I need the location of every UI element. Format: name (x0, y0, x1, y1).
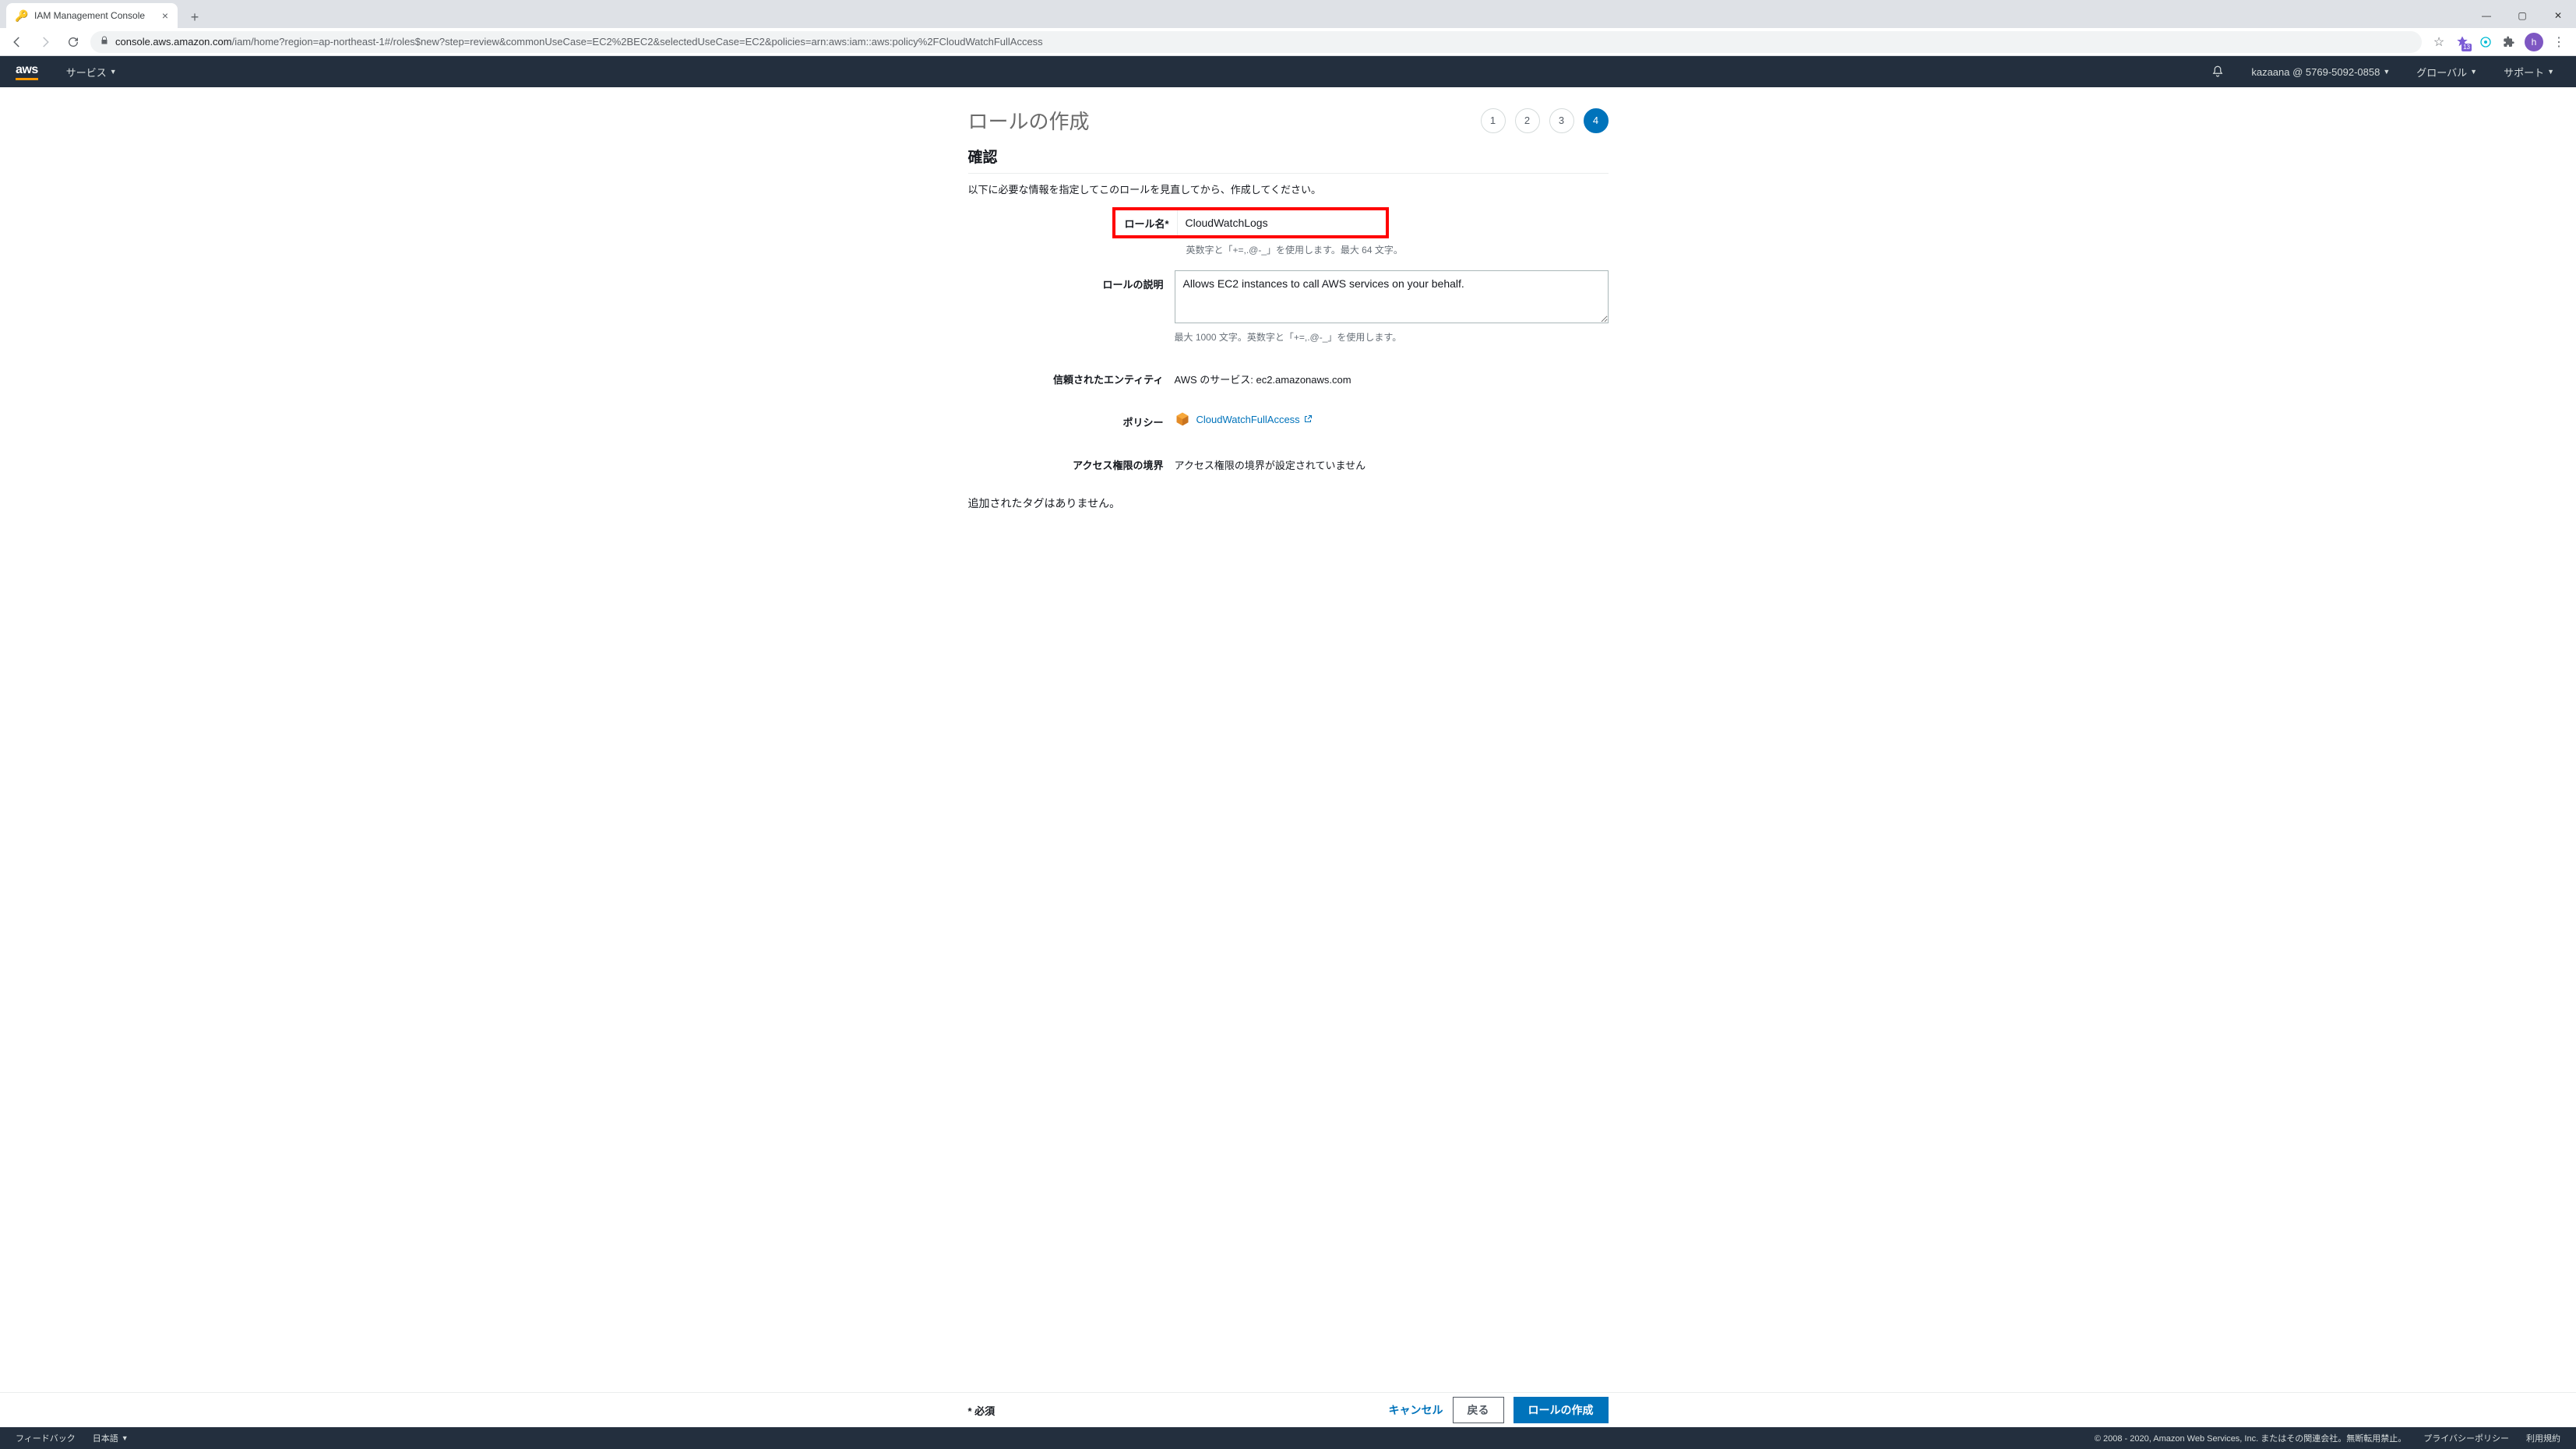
caret-down-icon: ▼ (122, 1434, 129, 1442)
trusted-entities-label: 信頼されたエンティティ (968, 365, 1175, 386)
no-tags-message: 追加されたタグはありません。 (968, 495, 1609, 511)
role-desc-hint: 最大 1000 文字。英数字と「+=,.@-_」を使用します。 (1175, 330, 1609, 344)
role-description-textarea[interactable] (1175, 270, 1609, 323)
policy-label: ポリシー (968, 408, 1175, 429)
role-name-input[interactable] (1178, 210, 1386, 235)
divider (968, 173, 1609, 174)
bookmark-star-icon[interactable]: ☆ (2431, 34, 2447, 50)
terms-link[interactable]: 利用規約 (2526, 1432, 2560, 1444)
chrome-menu-icon[interactable]: ⋮ (2551, 34, 2567, 50)
reload-icon (67, 36, 79, 48)
cancel-button[interactable]: キャンセル (1389, 1402, 1443, 1418)
services-menu[interactable]: サービス▼ (60, 65, 123, 79)
role-name-hint: 英数字と「+=,.@-_」を使用します。最大 64 文字。 (1186, 243, 1609, 256)
extension-teal-icon[interactable] (2478, 34, 2493, 50)
reload-button[interactable] (62, 31, 84, 53)
region-menu[interactable]: グローバル▼ (2410, 65, 2483, 79)
page-content: ロールの作成 1 2 3 4 確認 以下に必要な情報を指定してこのロールを見直し… (968, 87, 1609, 511)
browser-tab[interactable]: 🔑 IAM Management Console × (6, 3, 178, 28)
url-path: /iam/home?region=ap-northeast-1#/roles$n… (232, 36, 1043, 48)
aws-footer: フィードバック 日本語▼ © 2008 - 2020, Amazon Web S… (0, 1427, 2576, 1449)
tab-title: IAM Management Console (34, 10, 145, 21)
back-nav-button[interactable] (6, 31, 28, 53)
extension-purple-icon[interactable]: 13 (2454, 34, 2470, 50)
section-title: 確認 (968, 146, 1609, 167)
browser-chrome: 🔑 IAM Management Console × + — ▢ ✕ conso… (0, 0, 2576, 56)
forward-nav-button[interactable] (34, 31, 56, 53)
privacy-link[interactable]: プライバシーポリシー (2423, 1432, 2509, 1444)
caret-down-icon: ▼ (2383, 68, 2390, 76)
external-link-icon (1303, 414, 1313, 424)
feedback-link[interactable]: フィードバック (16, 1432, 76, 1444)
close-window-button[interactable]: ✕ (2540, 3, 2576, 28)
tab-close-icon[interactable]: × (162, 9, 168, 22)
create-role-button[interactable]: ロールの作成 (1514, 1397, 1609, 1423)
step-1[interactable]: 1 (1481, 108, 1506, 133)
lock-icon (100, 36, 109, 48)
notifications-button[interactable] (2204, 65, 2231, 79)
caret-down-icon: ▼ (2470, 68, 2477, 76)
policy-link[interactable]: CloudWatchFullAccess (1196, 414, 1313, 425)
new-tab-button[interactable]: + (184, 6, 206, 28)
role-name-highlight: ロール名* (1112, 207, 1389, 238)
section-description: 以下に必要な情報を指定してこのロールを見直してから、作成してください。 (968, 182, 1609, 196)
permissions-boundary-label: アクセス権限の境界 (968, 451, 1175, 472)
support-menu[interactable]: サポート▼ (2497, 65, 2560, 79)
account-menu[interactable]: kazaana @ 5769-5092-0858▼ (2245, 66, 2396, 78)
step-3[interactable]: 3 (1549, 108, 1574, 133)
trusted-entities-value: AWS のサービス: ec2.amazonaws.com (1175, 365, 1609, 386)
aws-top-nav: aws サービス▼ kazaana @ 5769-5092-0858▼ グローバ… (0, 56, 2576, 87)
permissions-boundary-value: アクセス権限の境界が設定されていません (1175, 451, 1609, 472)
caret-down-icon: ▼ (110, 68, 117, 76)
role-name-label: ロール名* (1115, 210, 1178, 235)
copyright-text: © 2008 - 2020, Amazon Web Services, Inc.… (2095, 1432, 2406, 1444)
arrow-right-icon (38, 35, 52, 49)
page-title: ロールの作成 (968, 106, 1090, 135)
extensions-puzzle-icon[interactable] (2501, 34, 2517, 50)
tab-strip: 🔑 IAM Management Console × + — ▢ ✕ (0, 0, 2576, 28)
maximize-button[interactable]: ▢ (2504, 3, 2540, 28)
toolbar-icons: ☆ 13 h ⋮ (2428, 33, 2570, 51)
wizard-stepper: 1 2 3 4 (1481, 108, 1609, 133)
caret-down-icon: ▼ (2547, 68, 2554, 76)
iam-favicon-icon: 🔑 (16, 9, 28, 22)
language-selector[interactable]: 日本語▼ (93, 1432, 129, 1444)
action-bar: * 必須 キャンセル 戻る ロールの作成 (0, 1392, 2576, 1427)
required-note: * 必須 (968, 1403, 996, 1418)
window-controls: — ▢ ✕ (2469, 3, 2576, 28)
url-domain: console.aws.amazon.com (115, 36, 232, 48)
url-field[interactable]: console.aws.amazon.com/iam/home?region=a… (90, 31, 2422, 53)
role-desc-label: ロールの説明 (968, 270, 1175, 344)
minimize-button[interactable]: — (2469, 3, 2504, 28)
bell-icon (2211, 65, 2225, 79)
step-2[interactable]: 2 (1515, 108, 1540, 133)
extension-badge: 13 (2461, 44, 2472, 51)
arrow-left-icon (10, 35, 24, 49)
policy-cube-icon (1175, 411, 1190, 427)
step-4[interactable]: 4 (1584, 108, 1609, 133)
back-button[interactable]: 戻る (1453, 1397, 1504, 1423)
profile-avatar[interactable]: h (2525, 33, 2543, 51)
address-bar: console.aws.amazon.com/iam/home?region=a… (0, 28, 2576, 56)
aws-logo[interactable]: aws (16, 63, 38, 80)
